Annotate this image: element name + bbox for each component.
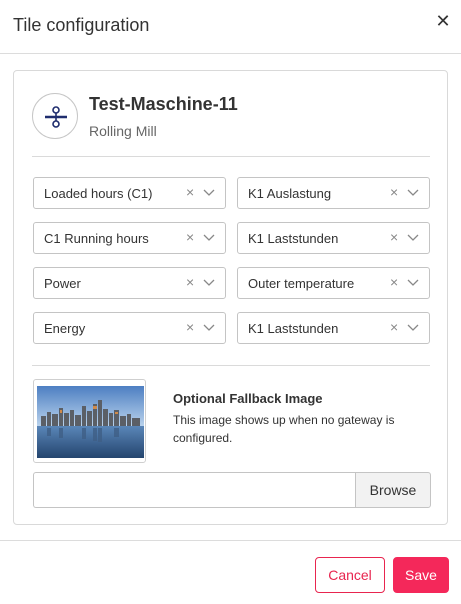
kpi-select-4-right[interactable]: K1 Laststunden × bbox=[237, 312, 430, 344]
chevron-down-icon[interactable] bbox=[407, 279, 419, 287]
kpi-select-2-left[interactable]: C1 Running hours × bbox=[33, 222, 226, 254]
configuration-card: Test-Maschine-11 Rolling Mill Loaded hou… bbox=[13, 70, 448, 525]
clear-icon[interactable]: × bbox=[186, 319, 194, 335]
select-value: Outer temperature bbox=[248, 276, 355, 291]
fallback-image-title: Optional Fallback Image bbox=[173, 391, 323, 406]
kpi-select-2-right[interactable]: K1 Laststunden × bbox=[237, 222, 430, 254]
clear-icon[interactable]: × bbox=[186, 184, 194, 200]
chevron-down-icon[interactable] bbox=[407, 234, 419, 242]
clear-icon[interactable]: × bbox=[186, 274, 194, 290]
browse-button[interactable]: Browse bbox=[355, 472, 431, 508]
chevron-down-icon[interactable] bbox=[407, 189, 419, 197]
machine-icon bbox=[32, 93, 78, 139]
select-value: Energy bbox=[44, 321, 86, 336]
select-value: K1 Laststunden bbox=[248, 231, 339, 246]
chevron-down-icon[interactable] bbox=[407, 324, 419, 332]
dialog-header: Tile configuration ✕ bbox=[0, 0, 461, 54]
clear-icon[interactable]: × bbox=[390, 319, 398, 335]
select-value: Loaded hours (C1) bbox=[44, 186, 153, 201]
clear-icon[interactable]: × bbox=[390, 274, 398, 290]
divider bbox=[32, 365, 430, 366]
chevron-down-icon[interactable] bbox=[203, 189, 215, 197]
clear-icon[interactable]: × bbox=[390, 184, 398, 200]
close-icon[interactable]: ✕ bbox=[435, 12, 451, 30]
file-path-input[interactable] bbox=[33, 472, 356, 508]
kpi-select-1-left[interactable]: Loaded hours (C1) × bbox=[33, 177, 226, 209]
city-skyline-image bbox=[37, 386, 144, 458]
machine-name: Test-Maschine-11 bbox=[89, 94, 238, 114]
tile-configuration-dialog: Tile configuration ✕ Test-Maschine-11 Ro… bbox=[0, 0, 461, 604]
chevron-down-icon[interactable] bbox=[203, 279, 215, 287]
fallback-image-description: This image shows up when no gateway is c… bbox=[173, 413, 395, 445]
select-value: K1 Laststunden bbox=[248, 321, 339, 336]
machine-type: Rolling Mill bbox=[89, 123, 157, 139]
dialog-title: Tile configuration bbox=[13, 15, 150, 35]
clear-icon[interactable]: × bbox=[186, 229, 194, 245]
kpi-select-3-left[interactable]: Power × bbox=[33, 267, 226, 299]
save-button[interactable]: Save bbox=[393, 557, 449, 593]
chevron-down-icon[interactable] bbox=[203, 234, 215, 242]
kpi-select-4-left[interactable]: Energy × bbox=[33, 312, 226, 344]
fallback-image-thumbnail[interactable] bbox=[33, 379, 146, 463]
cancel-button[interactable]: Cancel bbox=[315, 557, 385, 593]
divider bbox=[32, 156, 430, 157]
chevron-down-icon[interactable] bbox=[203, 324, 215, 332]
select-value: Power bbox=[44, 276, 81, 291]
select-value: K1 Auslastung bbox=[248, 186, 332, 201]
kpi-select-1-right[interactable]: K1 Auslastung × bbox=[237, 177, 430, 209]
select-value: C1 Running hours bbox=[44, 231, 149, 246]
clear-icon[interactable]: × bbox=[390, 229, 398, 245]
footer-divider bbox=[0, 540, 461, 541]
kpi-select-3-right[interactable]: Outer temperature × bbox=[237, 267, 430, 299]
